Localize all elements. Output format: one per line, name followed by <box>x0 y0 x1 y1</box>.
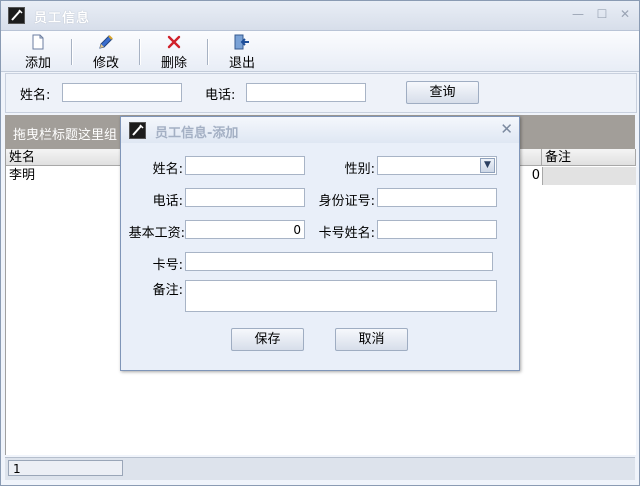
card-name-label: 卡号姓名: <box>318 226 375 241</box>
card-number-label: 卡号: <box>152 258 183 273</box>
exit-label: 退出 <box>228 56 255 71</box>
id-number-label: 身份证号: <box>318 194 375 209</box>
pencil-icon <box>83 34 129 51</box>
search-phone-input[interactable] <box>246 83 366 102</box>
remark-label: 备注: <box>152 283 183 298</box>
delete-label: 删除 <box>160 56 187 71</box>
search-name-label: 姓名: <box>20 88 51 103</box>
toolbar-divider <box>207 39 209 65</box>
minimize-button[interactable]: — <box>571 7 585 21</box>
name-field[interactable] <box>185 156 305 175</box>
dialog-title: 员工信息-添加 <box>155 126 239 141</box>
cell-name: 李明 <box>9 168 36 183</box>
record-count: 1 <box>8 460 123 476</box>
chevron-down-icon[interactable]: ▼ <box>480 158 495 173</box>
salary-label: 基本工资: <box>128 226 185 241</box>
maximize-button[interactable]: ☐ <box>595 7 609 21</box>
add-label: 添加 <box>24 56 51 71</box>
add-employee-dialog: 员工信息-添加 ✕ 姓名: 性别: ▼ 电话: 身份证号: 基本工资: 卡号姓名… <box>120 116 520 371</box>
new-document-icon <box>15 34 61 51</box>
card-name-field[interactable] <box>377 220 497 239</box>
id-number-field[interactable] <box>377 188 497 207</box>
title-bar[interactable]: 员工信息 — ☐ ✕ <box>1 1 639 31</box>
toolbar-divider <box>71 39 73 65</box>
search-phone-label: 电话: <box>205 88 236 103</box>
dialog-title-bar[interactable]: 员工信息-添加 ✕ <box>121 117 519 143</box>
salary-field[interactable] <box>185 220 305 239</box>
app-icon <box>8 7 25 24</box>
search-name-input[interactable] <box>62 83 182 102</box>
column-header-note[interactable]: 备注 <box>542 149 636 166</box>
exit-button[interactable]: 退出 <box>219 33 265 71</box>
search-panel: 姓名: 电话: 查询 <box>5 73 637 113</box>
dialog-close-button[interactable]: ✕ <box>500 120 513 138</box>
toolbar: 添加 修改 删除 退出 <box>1 31 639 72</box>
gender-select[interactable]: ▼ <box>377 156 497 175</box>
name-label: 姓名: <box>152 162 183 177</box>
cell-note[interactable] <box>542 167 636 185</box>
remark-field[interactable] <box>185 280 497 312</box>
status-bar: 1 <box>5 457 635 480</box>
window-title: 员工信息 <box>34 11 91 26</box>
dialog-app-icon <box>129 122 146 139</box>
card-number-field[interactable] <box>185 252 493 271</box>
gender-label: 性别: <box>344 162 375 177</box>
delete-x-icon <box>151 34 197 51</box>
cell-value: 0 <box>531 168 540 183</box>
delete-button[interactable]: 删除 <box>151 33 197 71</box>
add-button[interactable]: 添加 <box>15 33 61 71</box>
cancel-button[interactable]: 取消 <box>335 328 408 351</box>
close-button[interactable]: ✕ <box>618 7 632 21</box>
phone-label: 电话: <box>152 194 183 209</box>
query-button[interactable]: 查询 <box>406 81 479 104</box>
phone-field[interactable] <box>185 188 305 207</box>
save-button[interactable]: 保存 <box>231 328 304 351</box>
edit-label: 修改 <box>92 56 119 71</box>
edit-button[interactable]: 修改 <box>83 33 129 71</box>
group-hint-text: 拖曳栏标题这里组 <box>13 128 118 143</box>
toolbar-divider <box>139 39 141 65</box>
exit-door-icon <box>219 34 265 51</box>
